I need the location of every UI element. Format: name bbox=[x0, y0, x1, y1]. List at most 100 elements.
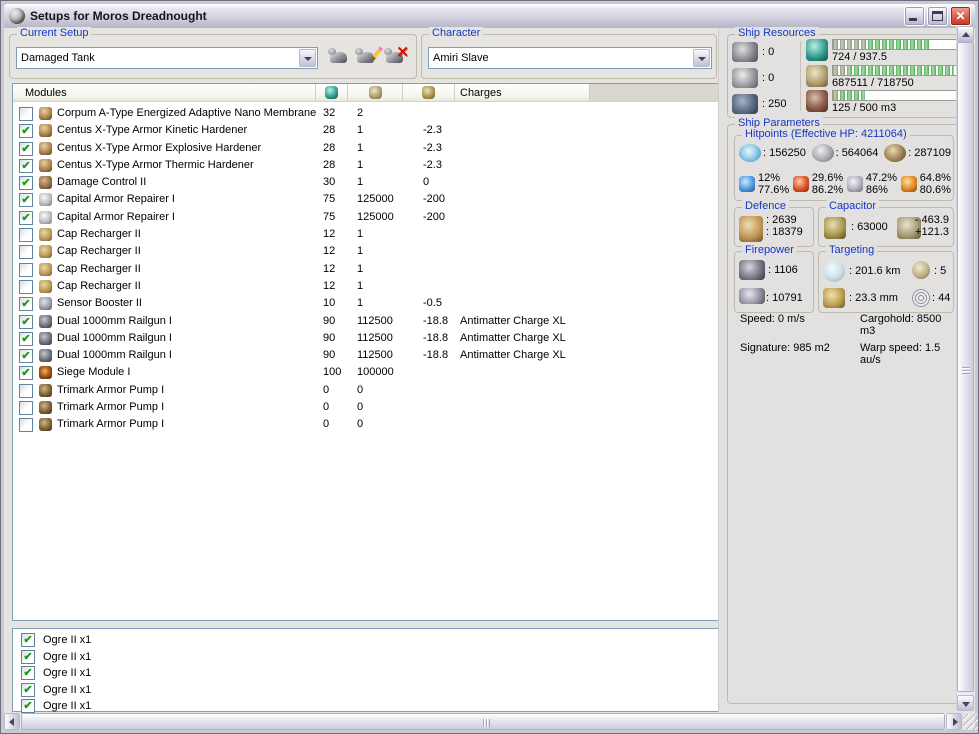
hardpoint-row: : 250 bbox=[732, 91, 798, 117]
module-name: Sensor Booster II bbox=[57, 297, 142, 310]
module-row[interactable]: ✔ Damage Control II 30 1 0 bbox=[13, 174, 719, 191]
horizontal-scrollbar[interactable] bbox=[4, 713, 962, 730]
module-checkbox[interactable]: ✔ bbox=[19, 141, 33, 156]
module-row[interactable]: Trimark Armor Pump I 0 0 bbox=[13, 416, 719, 433]
drone-row[interactable]: ✔ Ogre II x1 bbox=[13, 632, 719, 649]
module-checkbox[interactable]: ✔ bbox=[19, 124, 33, 139]
scroll-left-button[interactable] bbox=[4, 713, 20, 730]
modules-header[interactable]: Modules Charges bbox=[13, 84, 719, 102]
resist-top: 29.6% bbox=[811, 172, 844, 184]
modules-column-header[interactable]: Modules bbox=[13, 84, 316, 101]
drone-checkbox[interactable]: ✔ bbox=[21, 649, 35, 664]
vertical-scroll-thumb[interactable] bbox=[957, 42, 974, 692]
maximize-button[interactable] bbox=[927, 6, 948, 26]
drone-row[interactable]: ✔ Ogre II x1 bbox=[13, 665, 719, 682]
capacitor-column-header[interactable] bbox=[403, 84, 455, 101]
module-cpu-value: 28 bbox=[323, 141, 336, 154]
warp-speed-stat: Warp speed: 1.5 au/s bbox=[860, 342, 941, 366]
title-bar[interactable]: Setups for Moros Dreadnought ✕ bbox=[4, 4, 975, 28]
current-setup-combobox[interactable]: Damaged Tank bbox=[16, 47, 318, 69]
close-button[interactable]: ✕ bbox=[950, 6, 971, 26]
module-row[interactable]: ✔ Centus X-Type Armor Kinetic Hardener 28 1… bbox=[13, 122, 719, 139]
scroll-up-button[interactable] bbox=[957, 26, 974, 42]
scroll-right-button[interactable] bbox=[946, 713, 962, 730]
drone-checkbox[interactable]: ✔ bbox=[21, 682, 35, 697]
module-row[interactable]: ✔ Dual 1000mm Railgun I 90 112500 -18.8 Antim… bbox=[13, 347, 719, 364]
module-checkbox[interactable]: ✔ bbox=[19, 193, 33, 208]
module-row[interactable]: ✔ Sensor Booster II 10 1 -0.5 bbox=[13, 295, 719, 312]
module-cpu-value: 28 bbox=[323, 124, 336, 137]
targeting-range-value: : 201.6 km bbox=[849, 265, 901, 277]
scroll-down-button[interactable] bbox=[957, 695, 974, 711]
nano-membrane-icon bbox=[39, 107, 52, 120]
powergrid-column-header[interactable] bbox=[348, 84, 403, 101]
module-cpu-value: 30 bbox=[323, 176, 336, 189]
defence-label: Defence bbox=[742, 200, 789, 212]
drones-listbox[interactable]: ✔ Ogre II x1 ✔ Ogre II x1 ✔ Ogre II x1 ✔ Ogre I… bbox=[12, 628, 720, 713]
module-checkbox[interactable]: ✔ bbox=[19, 210, 33, 225]
resist-values: 47.2% 86% bbox=[866, 172, 897, 196]
module-checkbox[interactable] bbox=[19, 228, 33, 243]
railgun-icon bbox=[39, 314, 52, 328]
module-checkbox[interactable]: ✔ bbox=[19, 314, 33, 329]
drone-checkbox[interactable]: ✔ bbox=[21, 633, 35, 647]
sensor-booster-icon bbox=[39, 297, 52, 311]
modules-listview[interactable]: Modules Charges Corpum A-Type Energized … bbox=[12, 83, 720, 621]
chevron-down-icon[interactable] bbox=[299, 49, 316, 67]
horizontal-scroll-thumb[interactable] bbox=[21, 713, 945, 730]
module-cap-value: -0.5 bbox=[423, 297, 442, 310]
module-checkbox[interactable] bbox=[19, 383, 33, 398]
module-checkbox[interactable]: ✔ bbox=[19, 158, 33, 173]
module-checkbox[interactable] bbox=[19, 262, 33, 277]
delete-setup-button[interactable]: ✕ bbox=[383, 44, 409, 70]
module-row[interactable]: ✔ Centus X-Type Armor Thermic Hardener 28 1… bbox=[13, 157, 719, 174]
module-charge: Antimatter Charge XL bbox=[460, 349, 566, 362]
new-setup-button[interactable] bbox=[327, 44, 353, 70]
module-row[interactable]: ✔ Dual 1000mm Railgun I 90 112500 -18.8 Antim… bbox=[13, 313, 719, 330]
module-checkbox[interactable]: ✔ bbox=[19, 297, 33, 312]
module-checkbox[interactable]: ✔ bbox=[19, 349, 33, 364]
drone-checkbox[interactable]: ✔ bbox=[21, 699, 35, 713]
module-row[interactable]: Corpum A-Type Energized Adaptive Nano Me… bbox=[13, 105, 719, 122]
resize-grip[interactable] bbox=[963, 714, 978, 730]
vertical-scrollbar[interactable] bbox=[956, 26, 974, 711]
chevron-down-icon[interactable] bbox=[693, 49, 710, 67]
module-cap-value: -2.3 bbox=[423, 158, 442, 171]
drone-row[interactable]: ✔ Ogre II x1 bbox=[13, 682, 719, 699]
module-row[interactable]: ✔ Siege Module I 100 100000 bbox=[13, 364, 719, 381]
module-row[interactable]: ✔ Capital Armor Repairer I 75 125000 -200 bbox=[13, 191, 719, 208]
cargohold-stat: Cargohold: 8500 m3 bbox=[860, 313, 942, 337]
module-checkbox[interactable] bbox=[19, 245, 33, 260]
edit-setup-button[interactable] bbox=[354, 44, 384, 70]
defence-repair-icon bbox=[739, 216, 763, 242]
module-row[interactable]: Trimark Armor Pump I 0 0 bbox=[13, 399, 719, 416]
module-row[interactable]: ✔ Dual 1000mm Railgun I 90 112500 -18.8 Antim… bbox=[13, 330, 719, 347]
module-checkbox[interactable] bbox=[19, 418, 33, 433]
module-checkbox[interactable] bbox=[19, 107, 33, 121]
module-checkbox[interactable] bbox=[19, 401, 33, 416]
module-checkbox[interactable]: ✔ bbox=[19, 331, 33, 346]
module-row[interactable]: ✔ Capital Armor Repairer I 75 125000 -200 bbox=[13, 209, 719, 226]
charges-column-header[interactable]: Charges bbox=[455, 84, 590, 101]
minimize-icon bbox=[909, 18, 917, 21]
module-row[interactable]: Cap Recharger II 12 1 bbox=[13, 226, 719, 243]
module-row[interactable]: Cap Recharger II 12 1 bbox=[13, 278, 719, 295]
cpu-column-header[interactable] bbox=[316, 84, 348, 101]
launcher-hardpoint-icon bbox=[732, 68, 758, 88]
module-cap-value: -18.8 bbox=[423, 331, 449, 344]
module-cpu-value: 75 bbox=[323, 210, 336, 223]
module-checkbox[interactable] bbox=[19, 279, 33, 294]
module-row[interactable]: Cap Recharger II 12 1 bbox=[13, 261, 719, 278]
ship-resources-group: Ship Resources : 0: 0: 250 724 / 937.5 68… bbox=[727, 27, 960, 118]
module-row[interactable]: ✔ Centus X-Type Armor Explosive Hardener 2… bbox=[13, 140, 719, 157]
module-name: Cap Recharger II bbox=[57, 279, 141, 292]
module-checkbox[interactable]: ✔ bbox=[19, 176, 33, 191]
module-row[interactable]: Cap Recharger II 12 1 bbox=[13, 243, 719, 260]
siege-module-icon bbox=[39, 366, 52, 380]
drone-checkbox[interactable]: ✔ bbox=[21, 666, 35, 680]
module-checkbox[interactable]: ✔ bbox=[19, 366, 33, 381]
module-row[interactable]: Trimark Armor Pump I 0 0 bbox=[13, 382, 719, 399]
character-combobox[interactable]: Amiri Slave bbox=[428, 47, 712, 69]
minimize-button[interactable] bbox=[904, 6, 925, 26]
drone-row[interactable]: ✔ Ogre II x1 bbox=[13, 649, 719, 666]
